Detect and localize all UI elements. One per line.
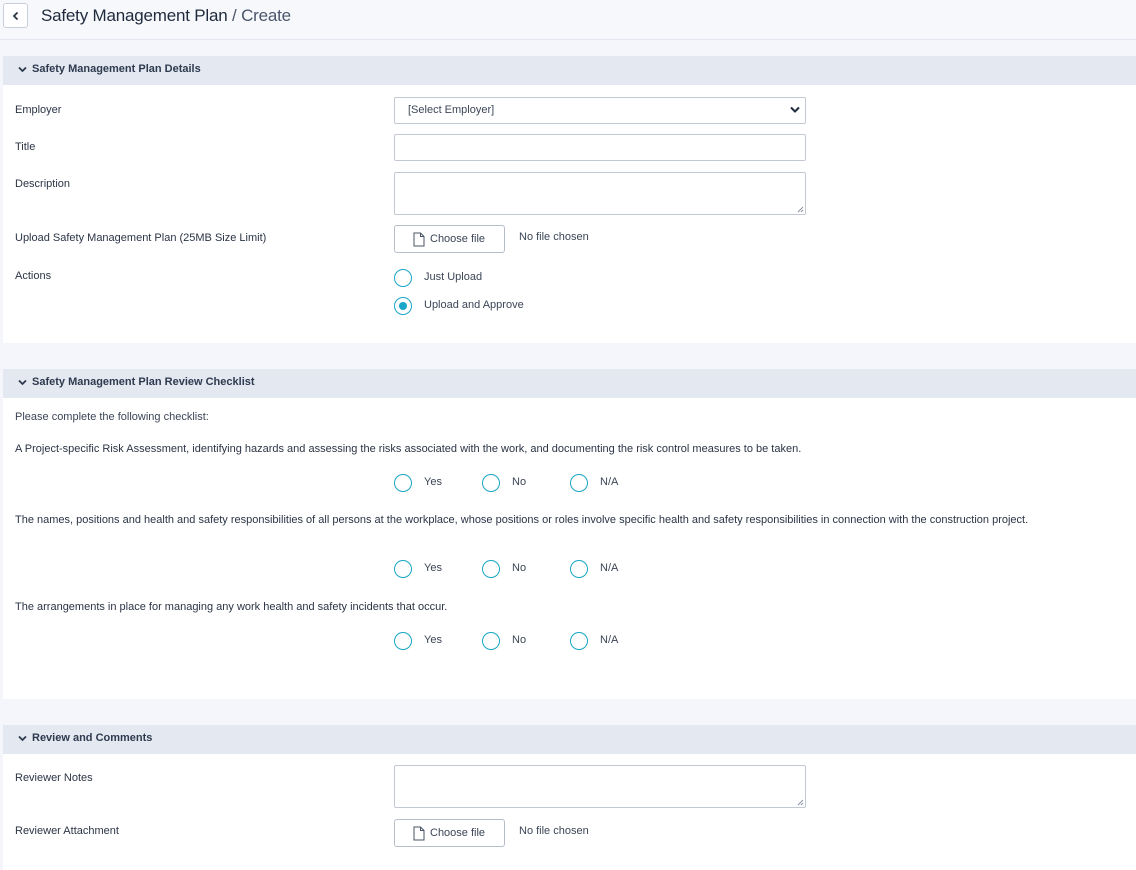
checklist-question-1: A Project-specific Risk Assessment, iden… [15,443,802,455]
chevron-down-icon [18,66,27,73]
q2-yes-label: Yes [424,562,442,574]
reviewer-file-status: No file chosen [519,825,589,837]
page-title: Safety Management Plan [41,6,228,25]
just-upload-radio[interactable] [394,269,412,287]
checklist-question-2: The names, positions and health and safe… [15,514,1029,526]
q1-no-label: No [512,476,527,488]
checklist-section: Safety Management Plan Review Checklist … [3,369,1136,699]
review-section: Review and Comments Reviewer Notes Revie… [3,725,1136,870]
file-icon [413,232,425,247]
actions-label: Actions [15,270,52,282]
q1-yes-radio[interactable] [394,474,412,492]
employer-select[interactable]: [Select Employer] [394,97,806,124]
q2-na-label: N/A [600,562,619,574]
checklist-section-header[interactable]: Safety Management Plan Review Checklist [3,369,1136,398]
q3-no-radio[interactable] [482,632,500,650]
q1-yes-label: Yes [424,476,442,488]
reviewer-choose-file-label: Choose file [430,827,486,839]
q3-yes-radio[interactable] [394,632,412,650]
q2-yes-radio[interactable] [394,560,412,578]
details-section-header[interactable]: Safety Management Plan Details [3,56,1136,85]
choose-file-button[interactable]: Choose file [394,225,505,253]
employer-select-value: [Select Employer] [408,104,495,116]
checklist-section-title: Safety Management Plan Review Checklist [32,376,255,388]
checklist-intro: Please complete the following checklist: [15,411,209,423]
description-label: Description [15,178,71,190]
reviewer-attachment-label: Reviewer Attachment [15,825,119,837]
upload-label: Upload Safety Management Plan (25MB Size… [15,232,267,244]
description-textarea[interactable] [394,172,806,215]
chevron-left-icon [12,11,18,20]
q2-na-radio[interactable] [570,560,588,578]
top-bar: Safety Management Plan / Create [0,0,1136,40]
breadcrumb: Safety Management Plan / Create [41,6,291,26]
q3-yes-label: Yes [424,634,442,646]
q1-no-radio[interactable] [482,474,500,492]
chevron-down-icon [790,106,800,113]
file-icon [413,826,425,841]
q2-no-radio[interactable] [482,560,500,578]
checklist-question-3: The arrangements in place for managing a… [15,601,448,613]
details-section: Safety Management Plan Details Employer … [3,56,1136,343]
resize-grip-icon[interactable] [796,798,804,806]
chevron-down-icon [18,379,27,386]
upload-and-approve-radio[interactable] [394,297,412,315]
just-upload-label: Just Upload [424,271,483,283]
breadcrumb-separator: / [227,6,242,25]
resize-grip-icon[interactable] [796,205,804,213]
upload-and-approve-label: Upload and Approve [424,299,524,311]
q1-na-radio[interactable] [570,474,588,492]
q3-no-label: No [512,634,527,646]
review-section-title: Review and Comments [32,732,153,744]
title-input[interactable] [394,134,806,161]
chevron-down-icon [18,735,27,742]
breadcrumb-current: Create [241,6,291,25]
q1-na-label: N/A [600,476,619,488]
details-section-title: Safety Management Plan Details [32,63,201,75]
q3-na-label: N/A [600,634,619,646]
employer-label: Employer [15,104,62,116]
title-label: Title [15,141,36,153]
choose-file-label: Choose file [430,233,486,245]
reviewer-notes-textarea[interactable] [394,765,806,808]
q3-na-radio[interactable] [570,632,588,650]
file-status: No file chosen [519,231,589,243]
reviewer-choose-file-button[interactable]: Choose file [394,819,505,847]
review-section-header[interactable]: Review and Comments [3,725,1136,754]
back-button[interactable] [3,3,28,28]
reviewer-notes-label: Reviewer Notes [15,772,93,784]
q2-no-label: No [512,562,527,574]
